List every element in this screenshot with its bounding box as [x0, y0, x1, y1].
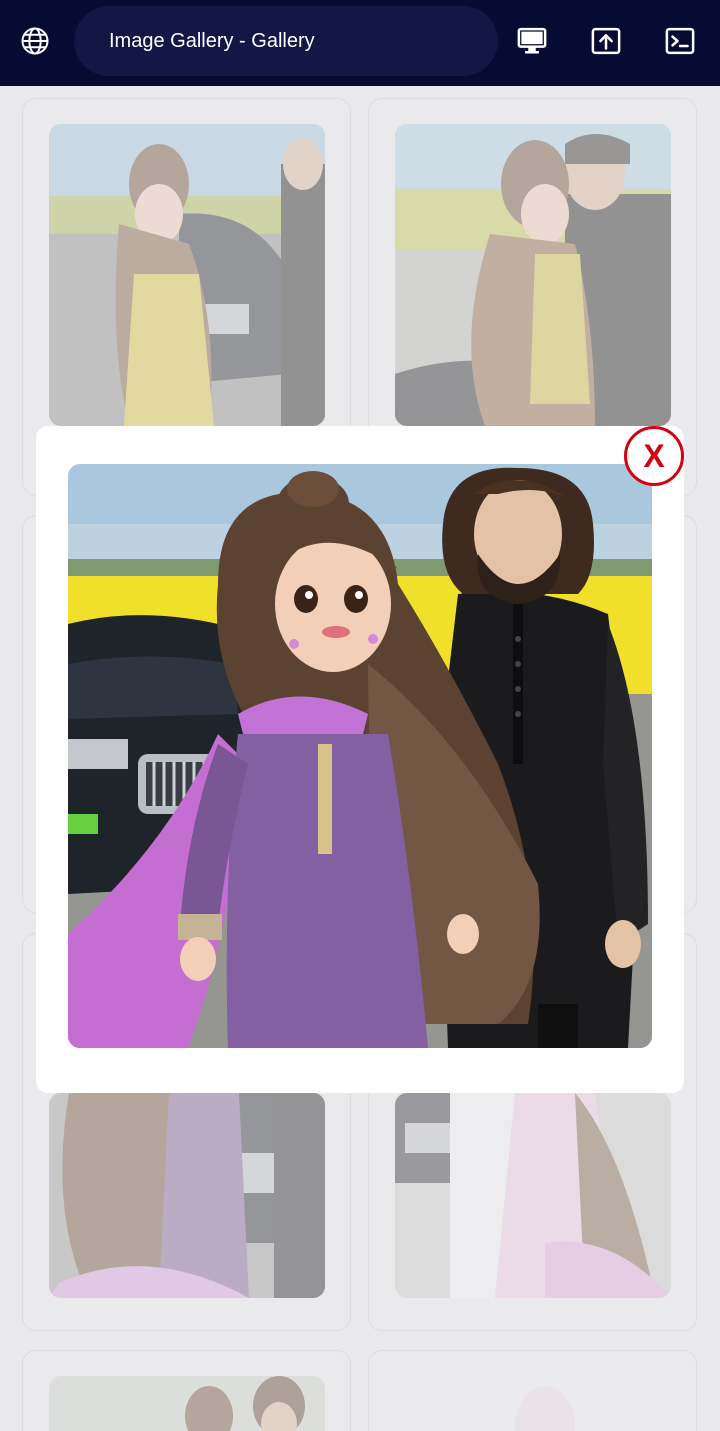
preview-image — [68, 464, 652, 1048]
upload-icon — [591, 27, 621, 55]
desktop-icon — [517, 27, 547, 54]
gallery-thumbnail[interactable] — [49, 1376, 325, 1431]
terminal-button[interactable] — [662, 22, 698, 60]
gallery-thumbnail[interactable] — [395, 1376, 671, 1431]
globe-icon — [21, 27, 49, 55]
globe-button[interactable] — [16, 22, 54, 60]
terminal-icon — [665, 27, 695, 55]
gallery-thumbnail[interactable] — [49, 1093, 325, 1298]
page-title[interactable]: Image Gallery - Gallery — [74, 6, 498, 76]
top-bar: Image Gallery - Gallery — [0, 0, 720, 86]
gallery-thumbnail[interactable] — [49, 124, 325, 426]
upload-button[interactable] — [588, 22, 624, 60]
gallery-thumbnail[interactable] — [395, 1093, 671, 1298]
gallery-thumbnail[interactable] — [395, 124, 671, 426]
close-button[interactable]: X — [624, 426, 684, 486]
desktop-button[interactable] — [514, 22, 550, 60]
